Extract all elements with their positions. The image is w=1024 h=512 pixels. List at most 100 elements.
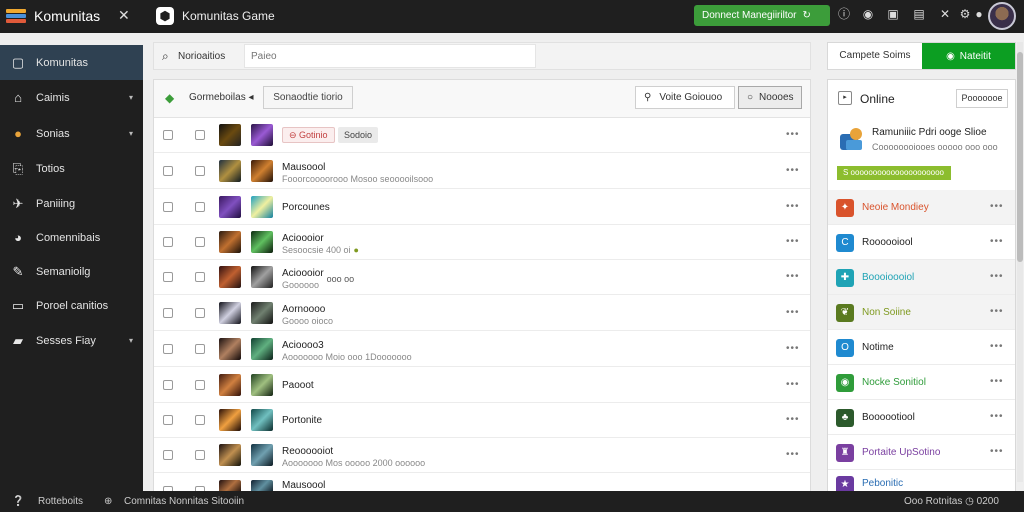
sidebar-item-totios[interactable]: ⎘ Totios bbox=[0, 151, 143, 186]
list-item[interactable]: ❦ Non Soiine ••• bbox=[828, 295, 1015, 330]
new-button[interactable]: ○ Noooes bbox=[738, 86, 802, 109]
sidebar-item-paniiing[interactable]: ✈ Paniiing bbox=[0, 186, 143, 221]
more-icon[interactable]: ••• bbox=[786, 307, 800, 318]
more-icon[interactable]: ••• bbox=[990, 306, 1004, 317]
more-icon[interactable]: ••• bbox=[786, 449, 800, 460]
brand-name: Komunitas bbox=[34, 8, 101, 24]
list-item[interactable]: ♜ Portaite UpSotino ••• bbox=[828, 435, 1015, 470]
row-checkbox[interactable] bbox=[195, 202, 205, 212]
row-checkbox[interactable] bbox=[163, 344, 173, 354]
row-checkbox[interactable] bbox=[195, 237, 205, 247]
row-checkbox[interactable] bbox=[163, 380, 173, 390]
row-checkbox[interactable] bbox=[163, 415, 173, 425]
list-item[interactable]: C Roooooiool ••• bbox=[828, 225, 1015, 260]
sidebar-item-poroel-canitios[interactable]: ▭ Poroel canitios bbox=[0, 288, 143, 323]
table-row[interactable]: Porcounes ••• bbox=[154, 190, 810, 225]
more-icon[interactable]: ••• bbox=[786, 236, 800, 247]
castle-icon: ♜ bbox=[836, 444, 854, 462]
row-checkbox[interactable] bbox=[195, 166, 205, 176]
row-subtitle: Aooooooo Moio ooo 1Dooooooo bbox=[282, 352, 412, 362]
list-item-label: Boooootiool bbox=[862, 412, 915, 423]
row-checkbox[interactable] bbox=[195, 272, 205, 282]
list-item[interactable]: O Notime ••• bbox=[828, 330, 1015, 365]
more-icon[interactable]: ••• bbox=[990, 341, 1004, 352]
list-item[interactable]: ✦ Neoie Mondiey ••• bbox=[828, 190, 1015, 225]
help-icon[interactable]: ❔ bbox=[12, 496, 24, 507]
tab-nateitit[interactable]: ◉ Nateitit bbox=[922, 43, 1015, 69]
more-icon[interactable]: ••• bbox=[990, 376, 1004, 387]
scrollbar-thumb[interactable] bbox=[1017, 52, 1023, 262]
table-row[interactable]: Acioooior Sesoocsie 400 oi ● ••• bbox=[154, 225, 810, 260]
sidebar-item-sonias[interactable]: ● Sonias ▾ bbox=[0, 116, 143, 151]
sort-dropdown[interactable]: Gormeboilas ◂ bbox=[189, 92, 254, 103]
gift-icon[interactable]: ▣ bbox=[886, 7, 900, 21]
table-row[interactable]: ⊖ Gotinio Sodoio ••• bbox=[154, 118, 810, 153]
vote-button[interactable]: ⚲ Voite Goiouoo bbox=[635, 86, 735, 109]
row-checkbox[interactable] bbox=[195, 380, 205, 390]
more-icon[interactable]: ••• bbox=[990, 411, 1004, 422]
expand-icon[interactable]: ▸ bbox=[838, 91, 852, 105]
row-checkbox[interactable] bbox=[163, 272, 173, 282]
featured-join-button[interactable]: S ooooooooooooooooooooo bbox=[837, 166, 951, 180]
table-row[interactable]: Acioooo3 Aooooooo Moio ooo 1Dooooooo ••• bbox=[154, 332, 810, 367]
table-row[interactable]: Acioooior Goooooo ooo oo ••• bbox=[154, 260, 810, 295]
list-item[interactable]: ♣ Boooootiool ••• bbox=[828, 400, 1015, 435]
sidebar-item-sesses-fiay[interactable]: ▰ Sesses Fiay ▾ bbox=[0, 323, 143, 358]
more-icon[interactable]: ••• bbox=[786, 414, 800, 425]
more-icon[interactable]: ••• bbox=[786, 129, 800, 140]
search-icon[interactable]: ⌕ bbox=[162, 49, 169, 64]
row-checkbox[interactable] bbox=[195, 450, 205, 460]
bottom-center-text[interactable]: Comnitas Nonnitas Sitooiin bbox=[124, 496, 244, 507]
more-icon[interactable]: ••• bbox=[786, 165, 800, 176]
more-icon[interactable]: ••• bbox=[990, 446, 1004, 457]
settings-icon[interactable]: ✕ bbox=[938, 7, 952, 21]
avatar[interactable] bbox=[988, 2, 1016, 30]
search-input[interactable] bbox=[244, 44, 536, 68]
info-icon[interactable]: ⓘ bbox=[837, 7, 851, 21]
sidebar-item-semanioilg[interactable]: ✎ Semanioilg bbox=[0, 254, 143, 289]
more-icon[interactable]: ••• bbox=[990, 236, 1004, 247]
more-icon[interactable]: ••• bbox=[786, 201, 800, 212]
more-icon[interactable]: ••• bbox=[990, 201, 1004, 212]
tools-icon[interactable]: ▤ bbox=[912, 7, 926, 21]
user-icon[interactable]: ● bbox=[972, 7, 986, 21]
more-icon[interactable]: ••• bbox=[786, 379, 800, 390]
row-checkbox[interactable] bbox=[163, 130, 173, 140]
list-item[interactable]: ◉ Nocke Sonitiol ••• bbox=[828, 365, 1015, 400]
row-checkbox[interactable] bbox=[195, 308, 205, 318]
tool-icon: ✎ bbox=[12, 263, 24, 279]
more-icon[interactable]: ••• bbox=[990, 271, 1004, 282]
list-item[interactable]: ✚ Boooioooiol ••• bbox=[828, 260, 1015, 295]
game-tab[interactable]: ⬢ Komunitas Game bbox=[156, 5, 275, 27]
row-checkbox[interactable] bbox=[195, 344, 205, 354]
connect-button-label: Donnect Manegiiriltor bbox=[702, 10, 797, 21]
filter-button[interactable]: Sonaodtie tiorio bbox=[263, 86, 353, 109]
row-checkbox[interactable] bbox=[163, 237, 173, 247]
row-checkbox[interactable] bbox=[163, 450, 173, 460]
close-icon[interactable]: ✕ bbox=[118, 7, 130, 24]
sidebar-item-komunitas[interactable]: ▢ Komunitas bbox=[0, 45, 143, 80]
online-filter-select[interactable]: Pooooooe bbox=[956, 89, 1008, 108]
more-icon[interactable]: ••• bbox=[786, 343, 800, 354]
sidebar-item-comennibais[interactable]: ◕ Comennibais bbox=[0, 220, 143, 255]
list-item-label: Roooooiool bbox=[862, 237, 913, 248]
sidebar-item-caimis[interactable]: ⌂ Caimis ▾ bbox=[0, 80, 143, 115]
table-row[interactable]: Portonite ••• bbox=[154, 403, 810, 438]
row-checkbox[interactable] bbox=[195, 130, 205, 140]
row-checkbox[interactable] bbox=[163, 202, 173, 212]
table-row[interactable]: Paooot ••• bbox=[154, 368, 810, 403]
table-row[interactable]: Mausoool Fooorcoooorooo Mosoo seooooilso… bbox=[154, 154, 810, 189]
more-icon[interactable]: ••• bbox=[786, 271, 800, 282]
list-item[interactable]: ★ Pebonitic bbox=[828, 470, 1015, 491]
scrollbar[interactable] bbox=[1017, 42, 1023, 482]
table-row[interactable]: Aornoooo Goooo oioco ••• bbox=[154, 296, 810, 331]
chat-icon[interactable]: ◉ bbox=[861, 7, 875, 21]
gear-icon[interactable]: ⚙ bbox=[958, 7, 972, 21]
connect-button[interactable]: Donnect Manegiiriltor ↻ bbox=[694, 5, 830, 26]
tab-campete-soims[interactable]: Campete Soims bbox=[828, 43, 922, 69]
row-checkbox[interactable] bbox=[163, 166, 173, 176]
row-checkbox[interactable] bbox=[195, 415, 205, 425]
table-row[interactable]: Reoooooiot Aooooooo Mos ooooo 2000 ooooo… bbox=[154, 438, 810, 473]
bottom-left-text[interactable]: Rotteboits bbox=[38, 496, 83, 507]
row-checkbox[interactable] bbox=[163, 308, 173, 318]
